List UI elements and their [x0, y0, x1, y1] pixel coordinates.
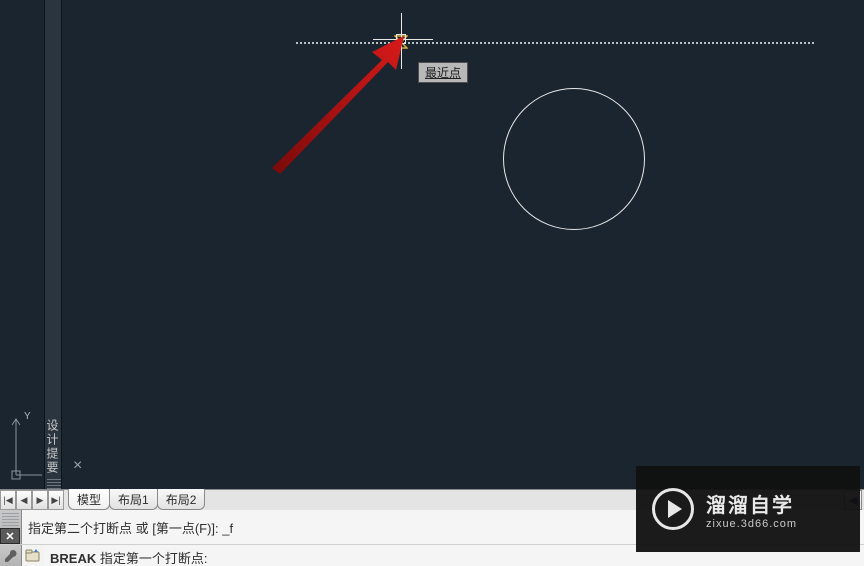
command-prompt-text: 指定第一个打断点:	[96, 551, 211, 566]
tab-nav-prev-button[interactable]: ◀	[16, 490, 32, 510]
dashed-line-entity[interactable]	[296, 42, 814, 44]
watermark-title: 溜溜自学	[706, 489, 797, 518]
tab-nav-first-button[interactable]: |◀	[0, 490, 16, 510]
tab-nav-last-button[interactable]: ▶|	[48, 490, 64, 510]
design-summary-label: 设计提要	[45, 419, 61, 475]
osnap-tooltip: 最近点	[418, 62, 468, 83]
svg-text:Y: Y	[24, 411, 31, 422]
command-settings-button[interactable]	[0, 545, 22, 566]
crosshair-cursor-icon	[401, 39, 402, 40]
design-summary-panel[interactable]: 设计提要	[44, 0, 62, 489]
circle-entity[interactable]	[503, 88, 645, 230]
recent-commands-button[interactable]	[22, 545, 44, 566]
drawing-canvas[interactable]: 设计提要 Y 最近点 ×	[0, 0, 864, 489]
recent-commands-icon	[25, 549, 41, 563]
command-panel-close-button[interactable]: ✕	[0, 528, 20, 544]
panel-grip-icon	[47, 477, 61, 489]
x-mark-icon: ×	[73, 457, 82, 475]
tab-layout1[interactable]: 布局1	[109, 489, 158, 510]
watermark-play-icon	[652, 488, 694, 530]
tab-layout2[interactable]: 布局2	[157, 489, 206, 510]
ucs-icon: Y	[10, 411, 44, 481]
watermark-url: zixue.3d66.com	[706, 518, 797, 530]
command-panel-grip-icon	[2, 512, 19, 526]
wrench-icon	[4, 549, 18, 563]
tab-nav-next-button[interactable]: ▶	[32, 490, 48, 510]
watermark-banner: 溜溜自学 zixue.3d66.com	[636, 466, 860, 552]
tab-model[interactable]: 模型	[68, 489, 110, 510]
command-name: BREAK	[50, 551, 96, 566]
